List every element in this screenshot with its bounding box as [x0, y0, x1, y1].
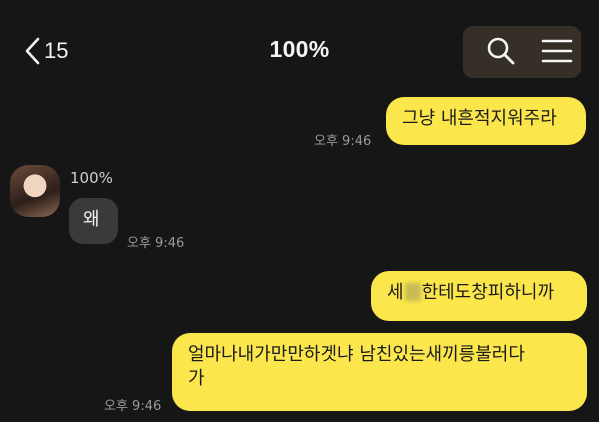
blurred-text: [404, 283, 421, 301]
search-button[interactable]: [486, 36, 516, 66]
message-text: 한테도창피하니까: [421, 282, 555, 303]
outgoing-message[interactable]: 얼마나내가만만하겟냐 남친있는새끼릉불러다 가: [172, 333, 587, 411]
message-text-line: 얼마나내가만만하겟냐 남친있는새끼릉불러다: [188, 344, 525, 365]
message-text: 그냥 내흔적지워주라: [402, 108, 557, 129]
search-icon: [487, 37, 515, 65]
message-time: 오후 9:46: [314, 134, 372, 149]
outgoing-message[interactable]: 그냥 내흔적지워주라: [386, 97, 586, 145]
message-time: 오후 9:46: [104, 399, 162, 414]
message-time: 오후 9:46: [127, 236, 185, 251]
menu-button[interactable]: [540, 36, 574, 66]
avatar[interactable]: [10, 165, 60, 217]
message-text: 왜: [83, 209, 100, 230]
sender-name: 100%: [70, 169, 113, 187]
message-text: 세: [387, 282, 404, 303]
outgoing-message[interactable]: 세 한테도창피하니까: [371, 271, 587, 321]
chat-screen: 15 100% 그냥 내흔적지워주라 오후 9:46 100% 왜 오후 9:4…: [0, 0, 599, 422]
message-text-line: 가: [188, 368, 205, 389]
hamburger-menu-icon: [541, 39, 573, 63]
incoming-message[interactable]: 왜: [69, 198, 118, 244]
chat-header: 15 100%: [0, 0, 599, 100]
